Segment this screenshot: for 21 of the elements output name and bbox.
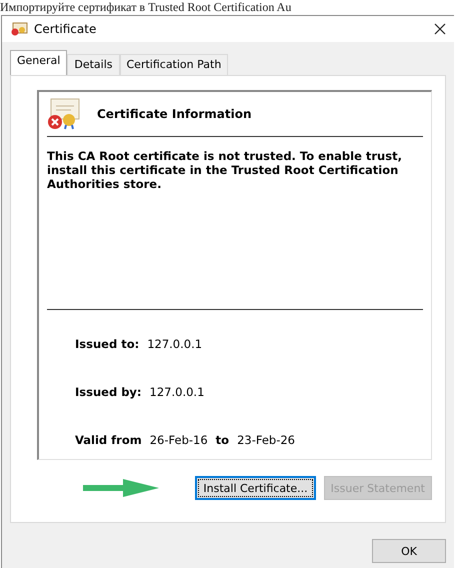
dialog-button[interactable]: Install Certificate... (195, 476, 316, 500)
field-label: Issued to: (75, 337, 140, 351)
arrow-icon (83, 479, 160, 497)
close-icon[interactable] (434, 23, 446, 35)
tab[interactable]: Details (67, 54, 120, 75)
field-label: Valid from (75, 433, 142, 447)
field-value: 127.0.0.1 (147, 337, 202, 351)
ok-button[interactable]: OK (372, 539, 446, 563)
info-heading: Certificate Information (97, 107, 252, 121)
field-value: 26-Feb-16 (150, 433, 208, 447)
certificate-icon (10, 22, 28, 36)
caption-text: Импортируйте сертификат в Trusted Root Certification Au (0, 0, 292, 14)
field-label: Issued by: (75, 385, 142, 399)
trust-message: This CA Root certificate is not trusted. To enable trust, install this certificate in the Trusted Root Certification Authorities store. (47, 149, 403, 193)
field-value: 23-Feb-26 (237, 433, 295, 447)
certificate-error-icon (47, 98, 81, 130)
tab[interactable]: General (10, 50, 68, 75)
window-title: Certificate (34, 22, 98, 36)
field-value: 127.0.0.1 (150, 385, 204, 399)
tab[interactable]: Certification Path (120, 54, 228, 75)
field-label: to (216, 433, 230, 447)
